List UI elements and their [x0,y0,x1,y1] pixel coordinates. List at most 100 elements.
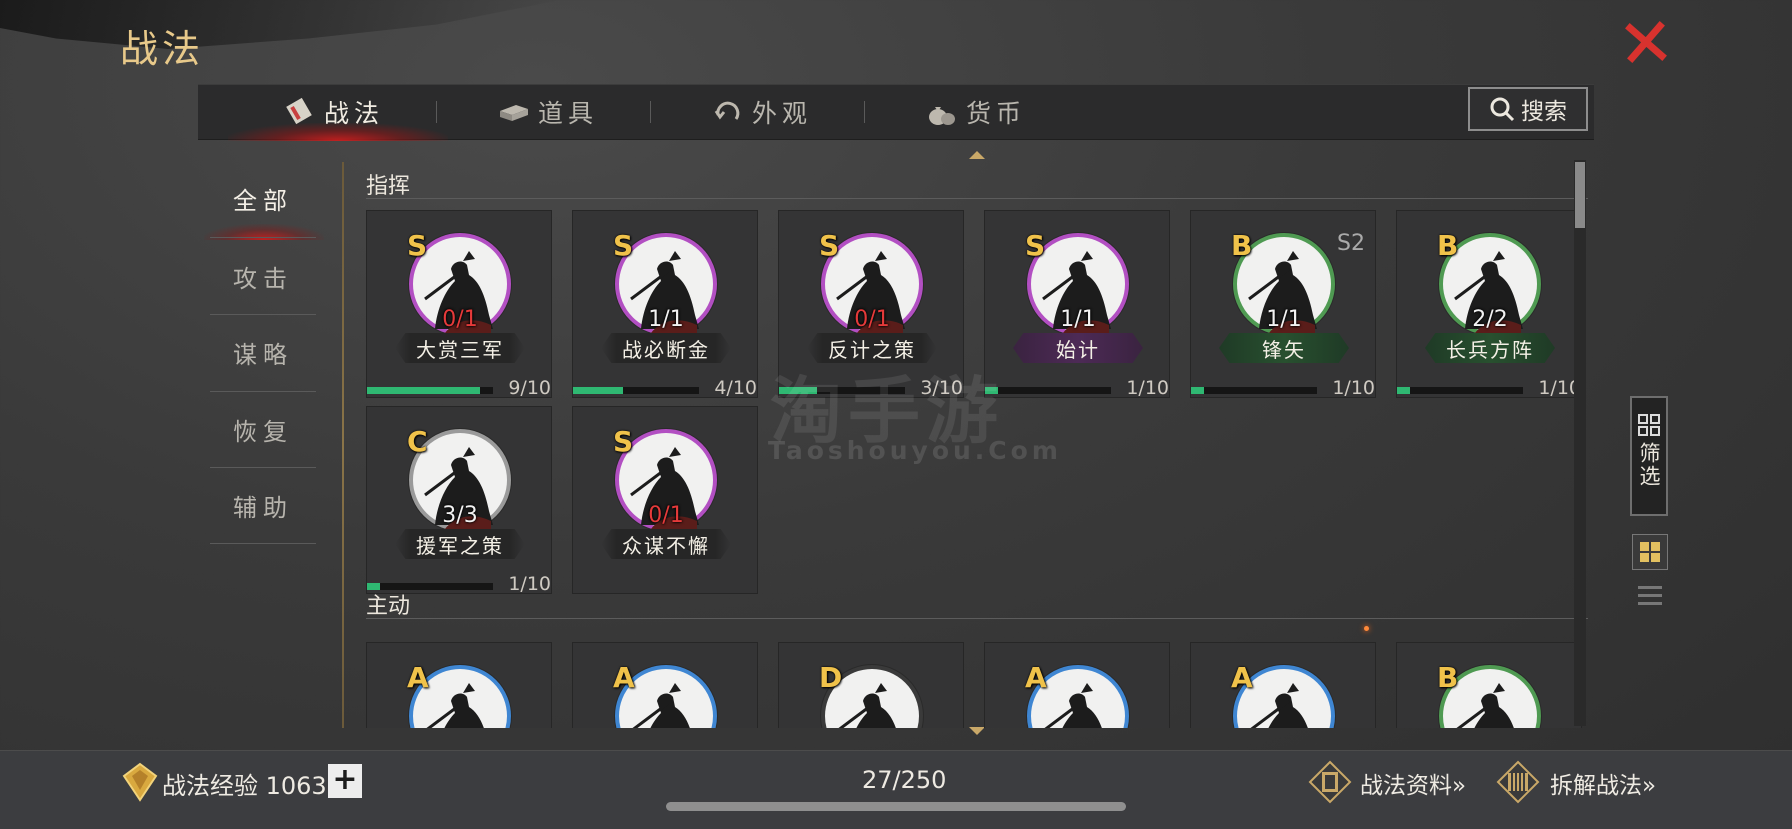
tactic-card[interactable]: A [1190,642,1376,728]
upgrade-progress-bar [573,387,699,394]
ink-brush-decoration [0,0,560,49]
owned-count: 2/2 [1472,307,1508,332]
tactic-card[interactable]: B [1396,642,1582,728]
grade-badge: A [407,661,429,694]
grade-badge: S [613,425,634,458]
tactic-card[interactable]: B 2/2 长兵方阵 1/10 [1396,210,1582,399]
upgrade-progress-label: 1/10 [1332,377,1375,399]
tab-label: 货币 [966,99,1027,128]
grade-badge: S [1025,229,1046,262]
progress-fill [367,583,380,590]
tactic-card[interactable]: A [366,642,552,728]
tactics-info-link[interactable]: 战法资料» [1360,766,1466,800]
progress-fill [1191,387,1204,394]
section-divider [366,198,1588,199]
scrollbar-thumb[interactable] [1575,162,1585,228]
owned-count: 0/1 [442,307,478,332]
top-tab-bar: 战法 道具 外观 货币 [198,84,1594,141]
section-divider [366,618,1588,619]
tactic-card[interactable]: D [778,642,964,728]
exp-gem-icon [122,762,158,802]
dismantle-tactics-link[interactable]: 拆解战法» [1550,766,1656,800]
filter-grid-icon [1638,414,1660,436]
item-box-icon [498,97,530,127]
grade-badge: B [1437,229,1459,262]
sidebar-item-support[interactable]: 辅助 [210,467,316,543]
tactics-info-icon [1308,760,1352,804]
scroll-up-arrow-icon[interactable] [968,150,986,160]
sidebar-item-recovery[interactable]: 恢复 [210,391,316,467]
upgrade-progress-label: 4/10 [714,377,757,399]
sidebar-divider [210,543,316,544]
sidebar-item-label: 攻击 [233,264,293,293]
tactic-name: 援军之策 [395,529,525,559]
list-view-icon[interactable] [1636,582,1664,610]
grade-badge: A [613,661,635,694]
progress-fill [573,387,624,394]
grade-badge: B [1231,229,1253,262]
tactic-name: 大赏三军 [395,333,525,363]
search-button[interactable]: 搜索 [1468,87,1588,131]
upgrade-progress-label: 1/10 [1126,377,1169,399]
appearance-swirl-icon [712,97,744,127]
sidebar-item-label: 辅助 [233,493,293,522]
tactic-card[interactable]: S 1/1 战必断金 4/10 [572,210,758,399]
grade-badge: A [1231,661,1253,694]
tactics-capacity: 27/250 [862,766,947,794]
filter-label: 筛选 [1637,442,1661,488]
vertical-scrollbar[interactable] [1574,160,1586,726]
tab-label: 战法 [324,99,385,128]
sidebar-separator [342,162,344,728]
tab-divider [864,101,865,123]
money-bag-icon [926,97,958,127]
section-title-command: 指挥 [366,174,411,199]
grade-badge: S [613,229,634,262]
sidebar-item-all[interactable]: 全部 [210,160,316,236]
filter-button[interactable]: 筛选 [1630,396,1668,516]
owned-count: 1/1 [1060,307,1096,332]
search-icon [1490,97,1515,122]
grade-badge: C [407,425,428,458]
sidebar-item-label: 谋略 [233,340,293,369]
tab-appearance[interactable]: 外观 [712,85,812,139]
sidebar-item-strategy[interactable]: 谋略 [210,314,316,390]
tab-items[interactable]: 道具 [498,85,598,139]
close-icon[interactable] [1624,20,1668,64]
tab-tactics[interactable]: 战法 [284,85,384,139]
tab-divider [650,101,651,123]
tactic-card[interactable]: A [984,642,1170,728]
upgrade-progress-bar [367,583,493,590]
tab-label: 道具 [538,99,599,128]
search-label: 搜索 [1521,99,1567,125]
watermark-url: Taoshouyou.Com [768,436,1062,465]
page-title: 战法 [120,27,205,71]
add-exp-button[interactable]: + [328,764,362,798]
tactics-exp-value: 战法经验 1063 [162,772,327,800]
grade-badge: S [407,229,428,262]
season-badge: S2 [1337,231,1365,256]
grade-badge: S [819,229,840,262]
tactic-card[interactable]: S 0/1 众谋不懈 [572,406,758,594]
tactic-card[interactable]: A [572,642,758,728]
owned-count: 0/1 [854,307,890,332]
ember-spark [1364,626,1369,631]
tactic-name: 始计 [1013,333,1143,363]
dismantle-icon [1496,760,1540,804]
owned-count: 1/1 [648,307,684,332]
tactic-card[interactable]: S 0/1 大赏三军 9/10 [366,210,552,399]
tactic-name: 战必断金 [601,333,731,363]
tab-label: 外观 [752,99,813,128]
progress-fill [367,387,481,394]
upgrade-progress-bar [1191,387,1317,394]
grade-badge: A [1025,661,1047,694]
grid-view-icon[interactable] [1632,534,1668,570]
tactic-card[interactable]: B S2 1/1 锋矢 1/10 [1190,210,1376,399]
grade-badge: B [1437,661,1459,694]
tactic-card[interactable]: C 3/3 援军之策 1/10 [366,406,552,595]
sidebar-item-attack[interactable]: 攻击 [210,238,316,314]
tab-currency[interactable]: 货币 [926,85,1026,139]
tactic-card[interactable]: S 1/1 始计 1/10 [984,210,1170,399]
home-indicator [666,802,1126,811]
upgrade-progress-bar [367,387,493,394]
tactic-name: 锋矢 [1219,333,1349,363]
